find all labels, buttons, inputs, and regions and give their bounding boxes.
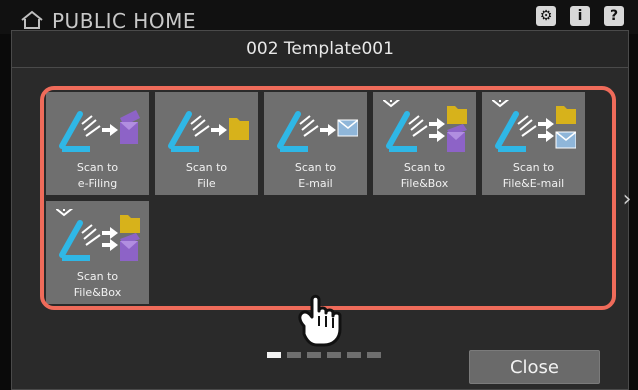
tile-label: Scan to File&Box [400, 161, 449, 190]
tile-label: Scan to File&Box [73, 270, 122, 299]
home-icon [21, 10, 43, 29]
scan-to-email-icon [277, 111, 358, 152]
page-dot-1[interactable] [267, 352, 281, 358]
scan-to-file-and-box-icon [56, 209, 140, 261]
tile-scan-to-file-and-email[interactable]: Scan to File&E-mail [482, 92, 585, 195]
template-tiles-grid: Scan to e-Filing Scan to File Scan to E-… [46, 92, 594, 312]
close-button[interactable]: Close [469, 350, 600, 384]
page-dot-5[interactable] [347, 352, 361, 358]
page-dot-6[interactable] [367, 352, 381, 358]
tile-label: Scan to File&E-mail [502, 161, 565, 190]
scan-to-file-icon [168, 111, 249, 152]
tile-label: Scan to File [185, 161, 228, 190]
background-header: PUBLIC HOME ⚙ i ? [0, 0, 638, 34]
tile-scan-to-file-and-box-2[interactable]: Scan to File&Box [46, 201, 149, 304]
tile-scan-to-file[interactable]: Scan to File [155, 92, 258, 195]
tile-label: Scan to E-mail [294, 161, 337, 190]
page-dot-4[interactable] [327, 352, 341, 358]
tile-scan-to-file-and-box[interactable]: Scan to File&Box [373, 92, 476, 195]
help-icon[interactable]: ? [604, 6, 624, 26]
dialog-title: 002 Template001 [12, 31, 628, 68]
tile-scan-to-email[interactable]: Scan to E-mail [264, 92, 367, 195]
pointer-hand-icon [298, 294, 342, 347]
tile-scan-to-efiling[interactable]: Scan to e-Filing [46, 92, 149, 195]
page-dot-3[interactable] [307, 352, 321, 358]
pagination [267, 352, 381, 358]
scan-to-file-and-box-icon [383, 100, 467, 152]
scan-to-file-and-email-icon [492, 100, 576, 152]
background-right-icons: ⚙ i ? [536, 6, 624, 26]
chevron-right-icon[interactable]: › [618, 188, 636, 212]
gear-icon[interactable]: ⚙ [536, 6, 556, 26]
page-dot-2[interactable] [287, 352, 301, 358]
mfp-screen: PUBLIC HOME ⚙ i ? 002 Template001 Scan t… [0, 0, 638, 390]
scan-to-efiling-icon [59, 110, 140, 152]
info-icon[interactable]: i [570, 6, 590, 26]
tile-label: Scan to e-Filing [76, 161, 119, 190]
